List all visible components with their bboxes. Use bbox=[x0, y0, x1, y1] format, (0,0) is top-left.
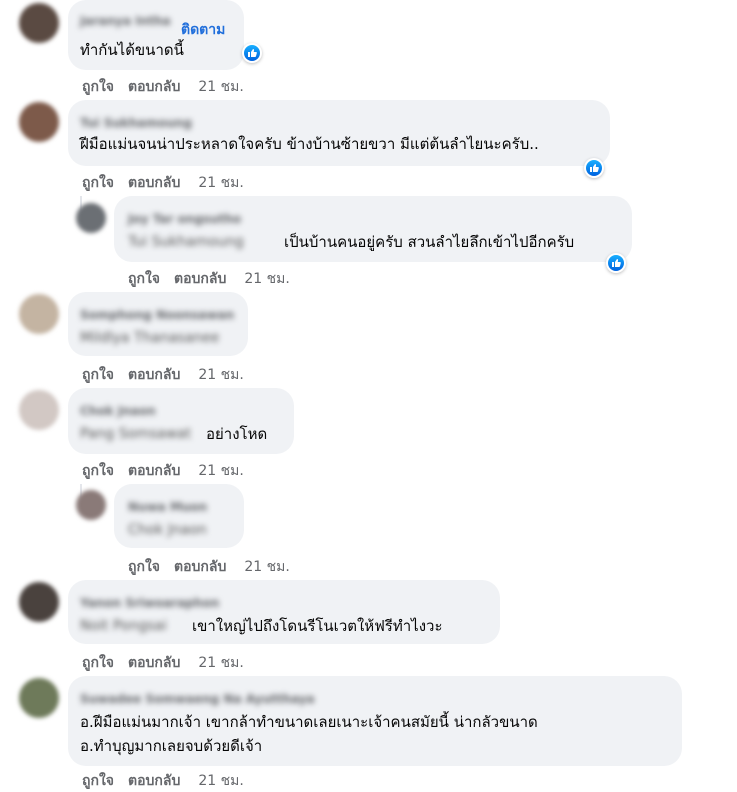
comment-actions: ถูกใจ ตอบกลับ 21 ชม. bbox=[128, 556, 304, 578]
mentioned-user[interactable]: Pang Somsawat bbox=[80, 426, 191, 442]
comment-actions: ถูกใจ ตอบกลับ 21 ชม. bbox=[82, 76, 258, 98]
mentioned-user[interactable]: Mildlya Thanasanee bbox=[80, 330, 219, 346]
reply-button[interactable]: ตอบกลับ bbox=[128, 79, 180, 95]
mentioned-user[interactable]: Noit Pongsai bbox=[80, 618, 167, 634]
avatar[interactable] bbox=[19, 678, 59, 718]
comment-actions: ถูกใจ ตอบกลับ 21 ชม. bbox=[128, 268, 304, 290]
avatar[interactable] bbox=[76, 490, 106, 520]
timestamp[interactable]: 21 ชม. bbox=[198, 655, 243, 671]
timestamp[interactable]: 21 ชม. bbox=[198, 463, 243, 479]
like-reaction-icon[interactable] bbox=[606, 253, 626, 273]
mentioned-user[interactable]: Chok Jnaon bbox=[128, 522, 207, 538]
commenter-name[interactable]: Nuwa Muon bbox=[128, 500, 207, 514]
commenter-name[interactable]: Joy Tar ongsutho bbox=[128, 212, 241, 226]
like-reaction-icon[interactable] bbox=[242, 43, 262, 63]
avatar[interactable] bbox=[19, 294, 59, 334]
reply-button[interactable]: ตอบกลับ bbox=[128, 463, 180, 479]
like-button[interactable]: ถูกใจ bbox=[82, 655, 114, 671]
comment-text: ทำกันได้ขนาดนี้ bbox=[80, 41, 184, 59]
timestamp[interactable]: 21 ชม. bbox=[198, 175, 243, 191]
reply-button[interactable]: ตอบกลับ bbox=[128, 773, 180, 789]
comment-text: เป็นบ้านคนอยู่ครับ สวนลำไยลึกเข้าไปอีกคร… bbox=[284, 233, 575, 251]
reply-button[interactable]: ตอบกลับ bbox=[128, 655, 180, 671]
commenter-name[interactable]: Suwadee Somwaeng Na Ayutthaya bbox=[80, 692, 315, 706]
avatar[interactable] bbox=[19, 582, 59, 622]
comment-text-line-2: อ.ทำบุญมากเลยจบด้วยดีเจ้า bbox=[80, 737, 263, 755]
comment-actions: ถูกใจ ตอบกลับ 21 ชม. bbox=[82, 364, 258, 386]
like-button[interactable]: ถูกใจ bbox=[82, 367, 114, 383]
follow-link[interactable]: ติดตาม bbox=[181, 19, 225, 41]
avatar[interactable] bbox=[19, 3, 59, 43]
comment-text-line-1: อ.ฝีมือแม่นมากเจ้า เขากล้าทำขนาดเลยเนาะเ… bbox=[80, 713, 538, 731]
timestamp[interactable]: 21 ชม. bbox=[198, 773, 243, 789]
reply-button[interactable]: ตอบกลับ bbox=[174, 559, 226, 575]
timestamp[interactable]: 21 ชม. bbox=[244, 271, 289, 287]
commenter-name[interactable]: Tui Sukhamoung bbox=[80, 116, 192, 130]
comment-actions: ถูกใจ ตอบกลับ 21 ชม. bbox=[82, 652, 258, 674]
like-button[interactable]: ถูกใจ bbox=[128, 559, 160, 575]
comment-text: ฝีมือแม่นจนน่าประหลาดใจครับ ข้างบ้านซ้าย… bbox=[80, 135, 539, 153]
timestamp[interactable]: 21 ชม. bbox=[198, 367, 243, 383]
comment-text: อย่างโหด bbox=[206, 425, 268, 443]
reply-button[interactable]: ตอบกลับ bbox=[174, 271, 226, 287]
avatar[interactable] bbox=[19, 390, 59, 430]
comment-text: เขาใหญ่ไปถึงโดนรีโนเวตให้ฟรีทำไงวะ bbox=[192, 617, 443, 635]
like-button[interactable]: ถูกใจ bbox=[82, 79, 114, 95]
comment-actions: ถูกใจ ตอบกลับ 21 ชม. bbox=[82, 770, 258, 792]
timestamp[interactable]: 21 ชม. bbox=[198, 79, 243, 95]
commenter-name[interactable]: Jaranya Intha bbox=[80, 14, 171, 28]
comment-bubble bbox=[68, 292, 248, 356]
commenter-name[interactable]: Somphong Noonsawan bbox=[80, 308, 234, 322]
avatar[interactable] bbox=[19, 102, 59, 142]
reply-bubble bbox=[114, 484, 244, 548]
like-button[interactable]: ถูกใจ bbox=[82, 773, 114, 789]
reply-button[interactable]: ตอบกลับ bbox=[128, 367, 180, 383]
like-button[interactable]: ถูกใจ bbox=[128, 271, 160, 287]
reply-button[interactable]: ตอบกลับ bbox=[128, 175, 180, 191]
like-button[interactable]: ถูกใจ bbox=[82, 463, 114, 479]
commenter-name[interactable]: Yanon Sriwoaraphon bbox=[80, 596, 219, 610]
comment-actions: ถูกใจ ตอบกลับ 21 ชม. bbox=[82, 460, 258, 482]
like-reaction-icon[interactable] bbox=[584, 158, 604, 178]
like-button[interactable]: ถูกใจ bbox=[82, 175, 114, 191]
commenter-name[interactable]: Chok Jnaon bbox=[80, 404, 156, 418]
timestamp[interactable]: 21 ชม. bbox=[244, 559, 289, 575]
avatar[interactable] bbox=[76, 203, 106, 233]
mentioned-user[interactable]: Tui Sukhamoung bbox=[128, 234, 244, 250]
comment-actions: ถูกใจ ตอบกลับ 21 ชม. bbox=[82, 172, 258, 194]
